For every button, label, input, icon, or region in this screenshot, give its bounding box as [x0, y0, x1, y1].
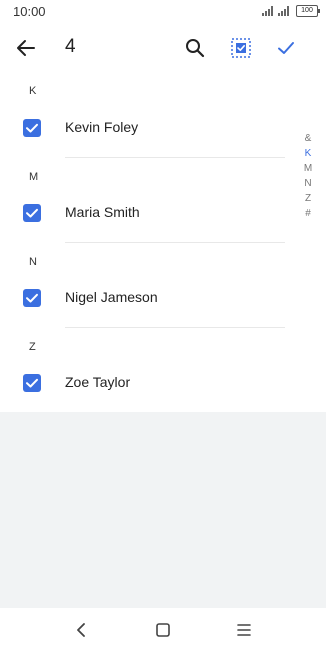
contact-row[interactable]: Kevin Foley	[0, 108, 290, 148]
nav-back-button[interactable]	[71, 619, 93, 641]
signal-icon	[262, 6, 274, 16]
index-letter[interactable]: #	[305, 206, 311, 221]
divider	[65, 157, 285, 158]
contact-name: Zoe Taylor	[65, 374, 131, 390]
checkmark-icon	[26, 123, 38, 133]
status-time: 10:00	[13, 4, 46, 19]
checkmark-icon	[26, 208, 38, 218]
contact-checkbox[interactable]	[23, 374, 41, 392]
select-all-icon	[231, 38, 251, 58]
menu-lines-icon	[237, 624, 251, 636]
contact-checkbox[interactable]	[23, 289, 41, 307]
nav-menu-button[interactable]	[233, 619, 255, 641]
index-letter[interactable]: M	[304, 161, 312, 176]
app-bar: 4	[0, 24, 326, 72]
contact-name: Maria Smith	[65, 204, 140, 220]
contact-row[interactable]: Zoe Taylor	[0, 363, 290, 403]
select-all-button[interactable]	[229, 36, 253, 60]
system-nav-bar	[0, 608, 326, 652]
contact-row[interactable]: Maria Smith	[0, 193, 290, 233]
done-button[interactable]	[274, 36, 298, 60]
section-header: N	[29, 256, 37, 268]
checkmark-icon	[26, 293, 38, 303]
index-letter[interactable]: &	[305, 131, 312, 146]
index-letter[interactable]: N	[304, 176, 311, 191]
search-button[interactable]	[183, 36, 207, 60]
contact-checkbox[interactable]	[23, 204, 41, 222]
contacts-list: K Kevin Foley M Maria Smith N Nigel Jame…	[0, 72, 326, 412]
alphabet-index[interactable]: & K M N Z #	[300, 131, 316, 221]
signal-icon	[278, 6, 290, 16]
divider	[65, 242, 285, 243]
contact-row[interactable]: Nigel Jameson	[0, 278, 290, 318]
contact-name: Nigel Jameson	[65, 289, 158, 305]
search-icon	[186, 39, 205, 58]
back-button[interactable]	[14, 36, 38, 60]
battery-icon: 100	[296, 5, 320, 17]
index-letter-active[interactable]: K	[305, 146, 312, 161]
divider	[65, 327, 285, 328]
home-square-icon	[156, 623, 170, 637]
status-icons: 100	[262, 4, 320, 18]
nav-home-button[interactable]	[152, 619, 174, 641]
contact-name: Kevin Foley	[65, 119, 139, 135]
status-bar: 10:00 100	[0, 0, 326, 24]
index-letter[interactable]: Z	[305, 191, 311, 206]
section-header: M	[29, 171, 39, 183]
checkmark-icon	[26, 378, 38, 388]
selected-count: 4	[65, 36, 76, 57]
contact-checkbox[interactable]	[23, 119, 41, 137]
check-icon	[278, 42, 294, 54]
back-triangle-icon	[77, 623, 85, 637]
arrow-left-icon	[17, 40, 35, 56]
section-header: K	[29, 85, 37, 97]
section-header: Z	[29, 341, 36, 353]
